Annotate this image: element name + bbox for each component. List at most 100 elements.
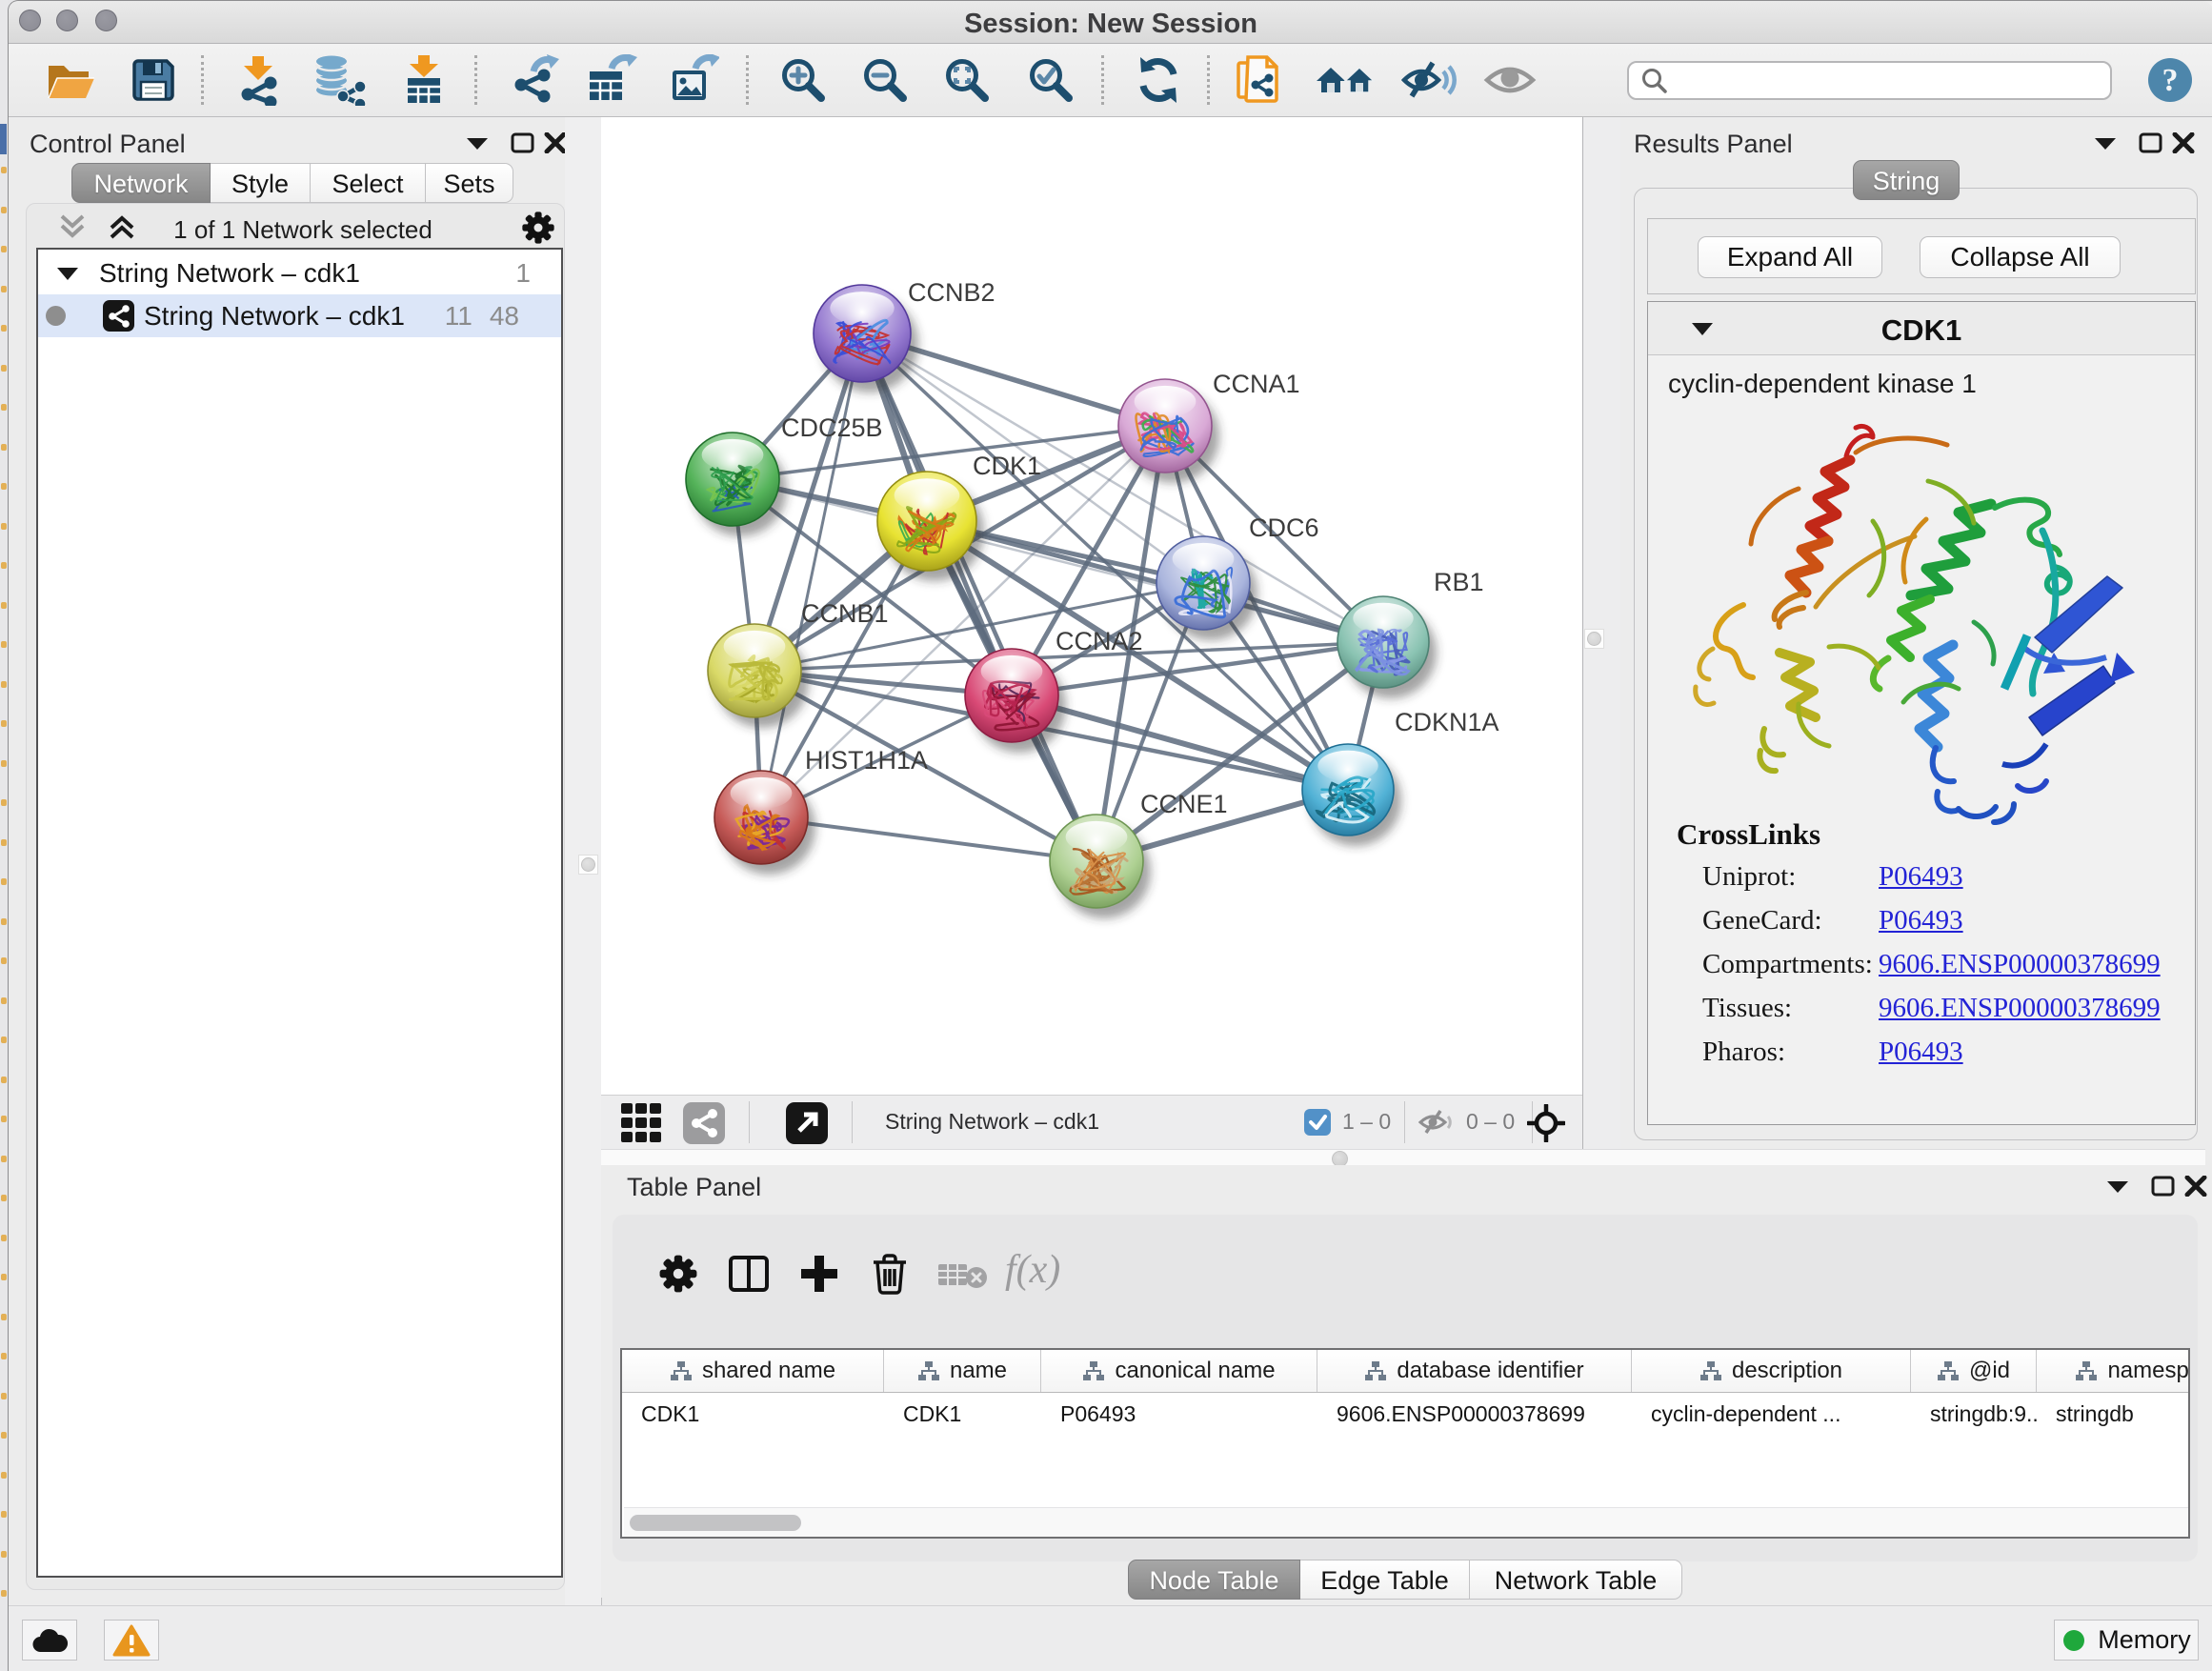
crosslink-link[interactable]: P06493 (1879, 861, 1963, 893)
network-row-selected[interactable]: String Network – cdk1 11 48 (38, 294, 561, 337)
float-menu-icon[interactable] (2093, 134, 2118, 151)
tab-network-table[interactable]: Network Table (1470, 1560, 1682, 1600)
collapse-all-button[interactable]: Collapse All (1920, 236, 2121, 278)
network-node-CCNA1[interactable]: CCNA1 (1118, 370, 1300, 483)
scrollbar-thumb[interactable] (630, 1515, 801, 1531)
tab-sets[interactable]: Sets (426, 163, 513, 203)
splitter-handle[interactable] (1584, 629, 1604, 649)
save-session-button[interactable] (129, 53, 178, 107)
crosslink-link[interactable]: 9606.ENSP00000378699 (1879, 993, 2161, 1024)
tab-edge-table[interactable]: Edge Table (1300, 1560, 1470, 1600)
show-all-networks-button[interactable] (1316, 53, 1375, 107)
tab-node-table[interactable]: Node Table (1128, 1560, 1300, 1600)
collapse-all-chevron-icon[interactable] (59, 214, 86, 239)
warnings-button[interactable] (104, 1620, 159, 1661)
add-column-icon[interactable] (799, 1254, 839, 1294)
background-dot (1, 562, 7, 569)
hide-selected-button[interactable] (1401, 53, 1457, 107)
table-cell[interactable]: CDK1 (884, 1401, 1041, 1427)
delete-column-icon[interactable] (872, 1253, 908, 1295)
export-table-button[interactable] (586, 53, 639, 107)
zoom-out-button[interactable] (860, 53, 910, 107)
results-panel-header-icons (2093, 132, 2195, 153)
help-button[interactable]: ? (2146, 53, 2194, 107)
network-edge-CCNB2-HIST1H1A[interactable] (761, 333, 862, 817)
hidden-eye-icon[interactable] (1418, 1108, 1458, 1137)
show-hidden-button[interactable] (1483, 53, 1537, 107)
table-cell[interactable]: stringdb:9... (1911, 1401, 2037, 1427)
column-header--id[interactable]: @id (1911, 1350, 2037, 1392)
protein-header-row[interactable]: CDK1 (1648, 302, 2195, 355)
background-dot (1, 602, 7, 609)
search-input[interactable] (1669, 65, 2092, 96)
tab-style[interactable]: Style (211, 163, 311, 203)
import-table-from-file-button[interactable] (399, 53, 449, 107)
results-panel-splitter[interactable] (1582, 117, 1621, 1149)
split-columns-icon[interactable] (729, 1256, 769, 1292)
apply-layout-button[interactable] (1133, 53, 1184, 107)
share-view-icon[interactable] (683, 1102, 725, 1144)
network-node-CDC6[interactable]: CDC6 (1156, 513, 1319, 640)
collection-expander-icon[interactable] (56, 265, 79, 282)
tab-select[interactable]: Select (311, 163, 426, 203)
table-cell[interactable]: CDK1 (622, 1401, 884, 1427)
open-view-in-window-icon[interactable] (786, 1102, 828, 1144)
float-menu-icon[interactable] (2105, 1178, 2130, 1195)
crosslink-link[interactable]: P06493 (1879, 1037, 1963, 1068)
table-cell[interactable]: 9606.ENSP00000378699 (1317, 1401, 1632, 1427)
tab-network[interactable]: Network (71, 163, 211, 203)
column-header-database-identifier[interactable]: database identifier (1317, 1350, 1632, 1392)
network-canvas[interactable]: CCNB2CCNA1CDC25BCDK1CDC6RB1CCNB1CCNA2CDK… (601, 117, 1582, 1095)
table-horizontal-scrollbar[interactable] (624, 1507, 2188, 1538)
memory-button[interactable]: Memory (2054, 1620, 2199, 1661)
network-edge-CCNB2-CCNE1[interactable] (862, 333, 1096, 861)
zoom-selected-button[interactable] (1026, 53, 1076, 107)
splitter-handle[interactable] (578, 855, 598, 875)
column-header-canonical-name[interactable]: canonical name (1041, 1350, 1317, 1392)
expand-all-chevron-icon[interactable] (109, 214, 135, 239)
import-network-from-file-button[interactable] (233, 53, 283, 107)
selected-checkbox-icon[interactable] (1304, 1109, 1331, 1136)
birds-eye-grid-icon[interactable] (621, 1103, 665, 1143)
network-node-CCNB2[interactable]: CCNB2 (814, 278, 995, 393)
close-panel-icon[interactable] (2172, 132, 2195, 153)
center-view-icon[interactable] (1527, 1104, 1565, 1142)
tab-string[interactable]: String (1853, 160, 1960, 200)
export-network-button[interactable] (510, 53, 561, 107)
crosslink-link[interactable]: 9606.ENSP00000378699 (1879, 949, 2161, 980)
clone-network-button[interactable] (1236, 53, 1285, 107)
float-menu-icon[interactable] (465, 134, 490, 151)
column-header-shared-name[interactable]: shared name (622, 1350, 884, 1392)
network-graph[interactable]: CCNB2CCNA1CDC25BCDK1CDC6RB1CCNB1CCNA2CDK… (601, 117, 1582, 1095)
zoom-in-button[interactable] (778, 53, 828, 107)
network-node-CDKN1A[interactable]: CDKN1A (1302, 708, 1499, 846)
close-panel-icon[interactable] (2184, 1176, 2207, 1197)
float-window-icon[interactable] (2151, 1176, 2175, 1197)
control-panel-splitter[interactable] (565, 117, 602, 1605)
expand-all-button[interactable]: Expand All (1698, 236, 1882, 278)
table-cell[interactable]: stringdb (2037, 1401, 2190, 1427)
network-node-CCNE1[interactable]: CCNE1 (1050, 790, 1228, 918)
column-header-name[interactable]: name (884, 1350, 1041, 1392)
column-header-description[interactable]: description (1632, 1350, 1911, 1392)
network-collection-row[interactable]: String Network – cdk1 1 (38, 252, 561, 294)
float-window-icon[interactable] (2139, 132, 2162, 153)
network-node-RB1[interactable]: RB1 (1337, 568, 1484, 698)
table-cell[interactable]: cyclin-dependent ... (1632, 1401, 1911, 1427)
open-session-button[interactable] (45, 53, 96, 107)
background-dot (1, 1077, 7, 1083)
float-window-icon[interactable] (511, 132, 534, 153)
close-panel-icon[interactable] (544, 132, 567, 153)
table-cell[interactable]: P06493 (1041, 1401, 1317, 1427)
cloud-status-button[interactable] (22, 1620, 77, 1661)
network-node-CCNB1[interactable]: CCNB1 (708, 599, 889, 728)
table-options-gear-icon[interactable] (658, 1254, 698, 1294)
crosslink-link[interactable]: P06493 (1879, 905, 1963, 936)
zoom-fit-button[interactable] (942, 53, 992, 107)
column-header-namespace[interactable]: namespace (2037, 1350, 2190, 1392)
export-image-button[interactable] (668, 53, 719, 107)
network-node-HIST1H1A[interactable]: HIST1H1A (714, 746, 928, 875)
network-options-gear-icon[interactable] (521, 211, 555, 245)
import-network-from-database-button[interactable] (312, 53, 367, 107)
table-row[interactable]: CDK1CDK1P064939606.ENSP00000378699cyclin… (622, 1393, 2188, 1435)
